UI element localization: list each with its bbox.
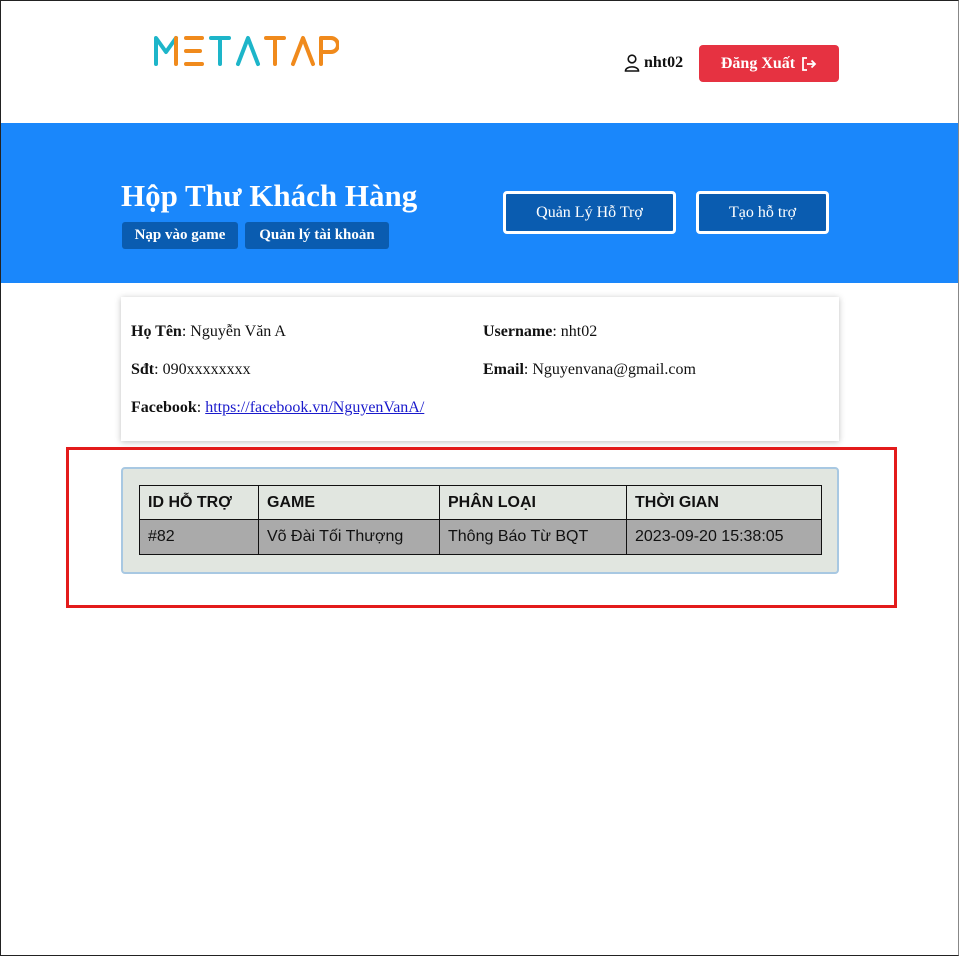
name-value: Nguyễn Văn A <box>190 323 286 340</box>
user-icon <box>624 54 640 72</box>
phone-label: Sđt <box>131 361 155 378</box>
create-support-button[interactable]: Tạo hỗ trợ <box>696 191 829 234</box>
header-category: PHÂN LOẠI <box>439 485 627 520</box>
tab-nap-vao-game[interactable]: Nạp vào game <box>122 222 238 249</box>
username-field: Username: nht02 <box>483 323 598 340</box>
header-id: ID HỖ TRỢ <box>139 485 259 520</box>
name-field: Họ Tên: Nguyễn Văn A <box>131 323 286 340</box>
table-row[interactable]: #82 Võ Đài Tối Thượng Thông Báo Từ BQT 2… <box>139 519 822 555</box>
phone-value: 090xxxxxxxx <box>162 361 251 378</box>
facebook-label: Facebook <box>131 399 197 416</box>
facebook-link[interactable]: https://facebook.vn/NguyenVanA/ <box>205 399 424 416</box>
support-table: ID HỖ TRỢ GAME PHÂN LOẠI THỜI GIAN #82 V… <box>139 485 822 555</box>
cell-id: #82 <box>139 519 259 555</box>
username-field-label: Username <box>483 323 553 340</box>
name-label: Họ Tên <box>131 323 182 340</box>
email-field: Email: Nguyenvana@gmail.com <box>483 361 696 378</box>
user-info[interactable]: nht02 <box>624 54 683 72</box>
manage-support-button[interactable]: Quản Lý Hỗ Trợ <box>503 191 676 234</box>
cell-category: Thông Báo Từ BQT <box>439 519 627 555</box>
facebook-field: Facebook: https://facebook.vn/NguyenVanA… <box>131 399 425 416</box>
username-label: nht02 <box>644 54 684 71</box>
logout-button[interactable]: Đăng Xuất <box>699 45 839 82</box>
logout-icon <box>802 56 817 71</box>
header-time: THỜI GIAN <box>626 485 822 520</box>
cell-game: Võ Đài Tối Thượng <box>258 519 440 555</box>
phone-field: Sđt: 090xxxxxxxx <box>131 361 251 378</box>
table-header-row: ID HỖ TRỢ GAME PHÂN LOẠI THỜI GIAN <box>139 485 822 520</box>
email-value: Nguyenvana@gmail.com <box>532 361 696 378</box>
header-game: GAME <box>258 485 440 520</box>
page-title: Hộp Thư Khách Hàng <box>121 178 418 213</box>
tab-quan-ly-tai-khoan[interactable]: Quản lý tài khoản <box>245 222 389 249</box>
metatap-logo[interactable] <box>153 33 339 69</box>
email-label: Email <box>483 361 524 378</box>
logout-label: Đăng Xuất <box>720 54 796 72</box>
cell-time: 2023-09-20 15:38:05 <box>626 519 822 555</box>
username-value: nht02 <box>560 323 598 340</box>
